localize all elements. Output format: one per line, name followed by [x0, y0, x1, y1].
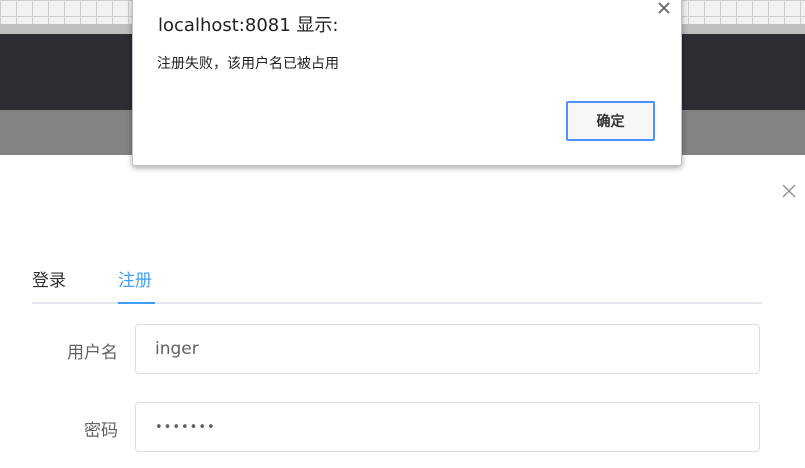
dialog-close-button[interactable]	[780, 182, 798, 200]
username-input[interactable]	[135, 324, 760, 374]
close-icon	[782, 184, 796, 198]
alert-ok-button[interactable]: 确定	[566, 101, 655, 141]
close-icon	[658, 2, 670, 14]
password-label: 密码	[84, 421, 118, 441]
browser-alert: localhost:8081 显示: 注册失败，该用户名已被占用 确定	[132, 0, 682, 166]
tab-active-indicator	[118, 302, 155, 304]
auth-tabs: 登录 注册	[32, 268, 762, 304]
password-input[interactable]	[135, 402, 760, 452]
alert-title: localhost:8081 显示:	[158, 15, 339, 36]
tab-register[interactable]: 注册	[118, 268, 152, 304]
alert-close-button[interactable]	[657, 1, 671, 15]
alert-message: 注册失败，该用户名已被占用	[157, 56, 339, 72]
username-label: 用户名	[67, 343, 118, 363]
tab-login[interactable]: 登录	[32, 268, 66, 304]
